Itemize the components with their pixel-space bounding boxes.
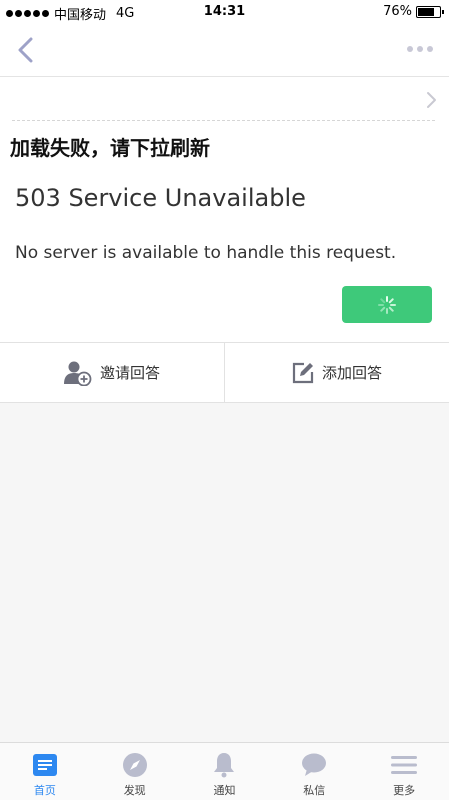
invite-answer-label: 邀请回答 xyxy=(99,364,160,382)
more-dot-icon xyxy=(417,46,423,52)
tab-messages[interactable]: 私信 xyxy=(269,743,359,800)
tab-notifications-label: 通知 xyxy=(213,784,236,797)
tab-discover-label: 发现 xyxy=(123,784,146,797)
answer-action-bar: 邀请回答 添加回答 xyxy=(0,342,449,403)
menu-icon xyxy=(390,752,418,778)
topic-row[interactable] xyxy=(0,77,449,121)
tab-more-label: 更多 xyxy=(393,784,416,797)
invite-answer-button[interactable]: 邀请回答 xyxy=(0,343,224,402)
status-bar: 中国移动 4G 14:31 76% xyxy=(0,0,449,24)
status-time: 14:31 xyxy=(203,4,246,19)
chevron-right-icon xyxy=(427,92,436,108)
loading-button[interactable] xyxy=(342,286,432,323)
chat-bubble-icon xyxy=(300,752,328,778)
bell-icon xyxy=(210,752,238,778)
bottom-tab-bar: 首页 发现 通知 私信 更多 xyxy=(0,742,449,800)
content-area: 加载失败，请下拉刷新 503 Service Unavailable No se… xyxy=(0,24,449,342)
more-dot-icon xyxy=(427,46,433,52)
tab-home[interactable]: 首页 xyxy=(0,743,90,800)
tab-notifications[interactable]: 通知 xyxy=(180,743,270,800)
add-user-icon xyxy=(63,361,92,386)
tab-discover[interactable]: 发现 xyxy=(90,743,180,800)
tab-home-label: 首页 xyxy=(33,784,56,797)
add-answer-label: 添加回答 xyxy=(321,364,382,382)
chevron-left-icon xyxy=(18,37,33,63)
tab-messages-label: 私信 xyxy=(303,784,326,797)
status-right: 76% xyxy=(383,4,444,19)
battery-icon xyxy=(416,5,444,18)
home-icon xyxy=(31,752,59,778)
more-options-button[interactable] xyxy=(407,46,433,52)
more-dot-icon xyxy=(407,46,413,52)
tab-more[interactable]: 更多 xyxy=(359,743,449,800)
dashed-divider xyxy=(12,120,435,121)
spinner-icon xyxy=(378,295,396,314)
battery-percent: 76% xyxy=(383,4,412,19)
error-message: No server is available to handle this re… xyxy=(15,243,397,263)
add-answer-button[interactable]: 添加回答 xyxy=(224,343,449,402)
back-button[interactable] xyxy=(14,37,38,63)
error-heading: 503 Service Unavailable xyxy=(15,184,306,212)
compass-icon xyxy=(121,752,149,778)
battery-fill xyxy=(418,7,434,16)
page-title: 加载失败，请下拉刷新 xyxy=(10,136,210,160)
edit-icon xyxy=(292,362,314,383)
